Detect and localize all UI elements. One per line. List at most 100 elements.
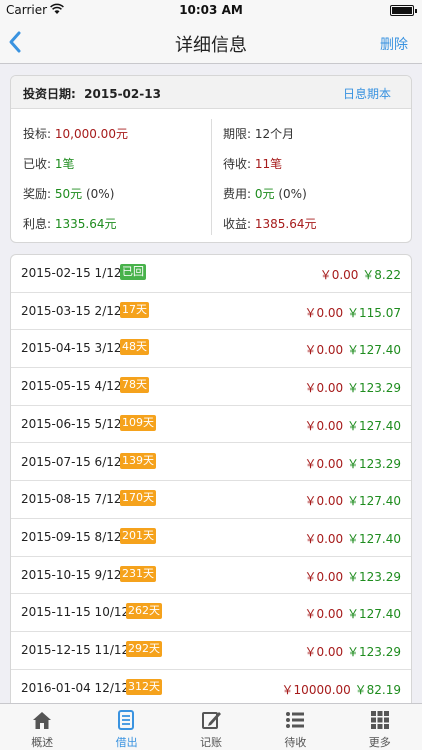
tab-label: 借出: [115, 736, 138, 749]
tab-4[interactable]: 待收: [253, 704, 337, 750]
schedule-interest: ￥123.29: [347, 645, 401, 659]
schedule-interest: ￥127.40: [347, 607, 401, 622]
term-value: 12个月: [254, 127, 295, 141]
term-field: 期限: 12个月: [223, 125, 294, 142]
status-bar: Carrier 10:03 AM: [0, 0, 422, 20]
fee-percent: (0%): [278, 187, 307, 201]
schedule-status-badge: 已回: [120, 264, 146, 280]
schedule-amounts: ￥0.00 ￥123.29: [304, 568, 401, 585]
schedule-principal: ￥0.00: [304, 305, 344, 320]
received-label: 已收:: [23, 157, 52, 171]
schedule-row[interactable]: 2015-05-15 4/12 78天 ￥0.00 ￥123.29: [11, 368, 411, 406]
schedule-interest: ￥115.07: [347, 305, 401, 320]
schedule-principal: ￥0.00: [304, 456, 344, 471]
summary-divider: [211, 119, 212, 235]
received-field: 已收: 1笔: [23, 155, 75, 172]
schedule-principal: ￥10000.00: [281, 682, 351, 697]
page-title: 详细信息: [175, 35, 247, 56]
clock: 10:03 AM: [179, 3, 243, 17]
schedule-row[interactable]: 2015-08-15 7/12 170天 ￥0.00 ￥127.40: [11, 481, 411, 519]
schedule-status-badge: 17天: [120, 301, 149, 318]
schedule-status-badge: 48天: [120, 339, 149, 356]
tab-3[interactable]: 记账: [169, 704, 253, 750]
delete-button[interactable]: 删除: [380, 34, 408, 54]
schedule-principal: ￥0.00: [304, 418, 344, 433]
edit-icon: [201, 712, 221, 729]
tab-bar: 概述 借出 记账 待收 更多: [0, 703, 422, 750]
schedule-interest: ￥127.40: [347, 343, 401, 358]
schedule-row[interactable]: 2015-04-15 3/12 48天 ￥0.00 ￥127.40: [11, 330, 411, 369]
schedule-date: 2016-01-04 12/12: [21, 680, 130, 695]
schedule-amounts: ￥0.00 ￥127.40: [304, 492, 401, 509]
schedule-date: 2015-04-15 3/12: [21, 341, 122, 356]
schedule-amounts: ￥0.00 ￥8.22: [320, 266, 401, 283]
term-label: 期限:: [223, 127, 252, 141]
schedule-status-badge: 170天: [120, 490, 156, 507]
pending-field: 待收: 11笔: [223, 155, 282, 172]
fee-field: 费用: 0元 (0%): [223, 185, 307, 202]
schedule-principal: ￥0.00: [304, 494, 344, 509]
schedule-row[interactable]: 2016-01-04 12/12 312天 ￥10000.00 ￥82.19: [11, 670, 411, 703]
schedule-date: 2015-06-15 5/12: [21, 416, 122, 431]
tab-5[interactable]: 更多: [338, 704, 422, 750]
reward-field: 奖励: 50元 (0%): [23, 185, 114, 202]
schedule-date: 2015-05-15 4/12: [21, 379, 122, 394]
income-label: 收益:: [223, 217, 252, 231]
principal-label: 投标:: [23, 127, 52, 141]
schedule-amounts: ￥0.00 ￥127.40: [304, 417, 401, 434]
schedule-status-badge: 262天: [126, 603, 162, 620]
schedule-row[interactable]: 2015-12-15 11/12 292天 ￥0.00 ￥123.29: [11, 632, 411, 670]
schedule-row[interactable]: 2015-06-15 5/12 109天 ￥0.00 ￥127.40: [11, 406, 411, 444]
investment-date: 投资日期: 2015-02-13: [23, 85, 161, 102]
schedule-row[interactable]: 2015-11-15 10/12 262天 ￥0.00 ￥127.40: [11, 594, 411, 632]
reward-percent: (0%): [85, 187, 115, 201]
schedule-interest: ￥123.29: [347, 569, 401, 584]
tab-label: 记账: [199, 736, 222, 749]
tab-2[interactable]: 借出: [84, 704, 168, 750]
schedule-amounts: ￥0.00 ￥115.07: [304, 304, 401, 321]
schedule-interest: ￥8.22: [362, 268, 401, 282]
schedule-interest: ￥82.19: [354, 682, 401, 697]
principal-field: 投标: 10,000.00元: [23, 125, 128, 142]
pending-label: 待收:: [223, 157, 252, 171]
summary-grid: 投标: 10,000.00元 期限: 12个月 已收: 1笔 待收: 11笔 奖…: [11, 109, 411, 242]
schedule-date: 2015-09-15 8/12: [21, 529, 122, 544]
schedule-date: 2015-10-15 9/12: [21, 567, 122, 582]
schedule-status-badge: 231天: [120, 565, 156, 582]
schedule-date: 2015-02-15 1/12: [21, 266, 122, 280]
list-icon: [286, 712, 305, 728]
schedule-row[interactable]: 2015-02-15 1/12 已回 ￥0.00 ￥8.22: [11, 255, 411, 293]
received-value: 1笔: [54, 157, 75, 171]
repayment-schedule-list: 2015-02-15 1/12 已回 ￥0.00 ￥8.22 2015-03-15 2…: [10, 254, 412, 704]
income-field: 收益: 1385.64元: [223, 215, 317, 232]
schedule-row[interactable]: 2015-07-15 6/12 139天 ￥0.00 ￥123.29: [11, 444, 411, 482]
schedule-interest: ￥127.40: [347, 494, 401, 509]
home-icon: [33, 712, 51, 729]
schedule-date: 2015-12-15 11/12: [21, 643, 130, 657]
interest-label: 利息:: [23, 217, 52, 231]
schedule-row[interactable]: 2015-03-15 2/12 17天 ￥0.00 ￥115.07: [11, 293, 411, 331]
interest-field: 利息: 1335.64元: [23, 215, 117, 232]
schedule-principal: ￥0.00: [319, 268, 359, 282]
grid-icon: [370, 711, 389, 729]
principal-value: 10,000.00元: [54, 127, 128, 141]
schedule-date: 2015-07-15 6/12: [21, 454, 122, 469]
fee-label: 费用:: [223, 187, 252, 201]
schedule-principal: ￥0.00: [304, 531, 344, 546]
investment-date-value: 2015-02-13: [84, 87, 161, 101]
summary-header: 投资日期: 2015-02-13 日息期本: [11, 76, 411, 109]
schedule-interest: ￥123.29: [347, 381, 401, 396]
schedule-amounts: ￥0.00 ￥127.40: [304, 341, 401, 358]
schedule-amounts: ￥10000.00 ￥82.19: [282, 681, 401, 698]
schedule-date: 2015-03-15 2/12: [21, 303, 122, 318]
repayment-mode-link[interactable]: 日息期本: [343, 85, 391, 102]
schedule-status-badge: 139天: [120, 452, 156, 469]
schedule-principal: ￥0.00: [304, 569, 344, 584]
tab-1[interactable]: 概述: [0, 704, 84, 750]
schedule-row[interactable]: 2015-09-15 8/12 201天 ￥0.00 ￥127.40: [11, 519, 411, 557]
tab-label: 待收: [284, 736, 307, 749]
schedule-date: 2015-11-15 10/12: [21, 605, 130, 620]
schedule-amounts: ￥0.00 ￥123.29: [304, 379, 401, 396]
schedule-row[interactable]: 2015-10-15 9/12 231天 ￥0.00 ￥123.29: [11, 557, 411, 595]
fee-value: 0元: [254, 187, 275, 201]
